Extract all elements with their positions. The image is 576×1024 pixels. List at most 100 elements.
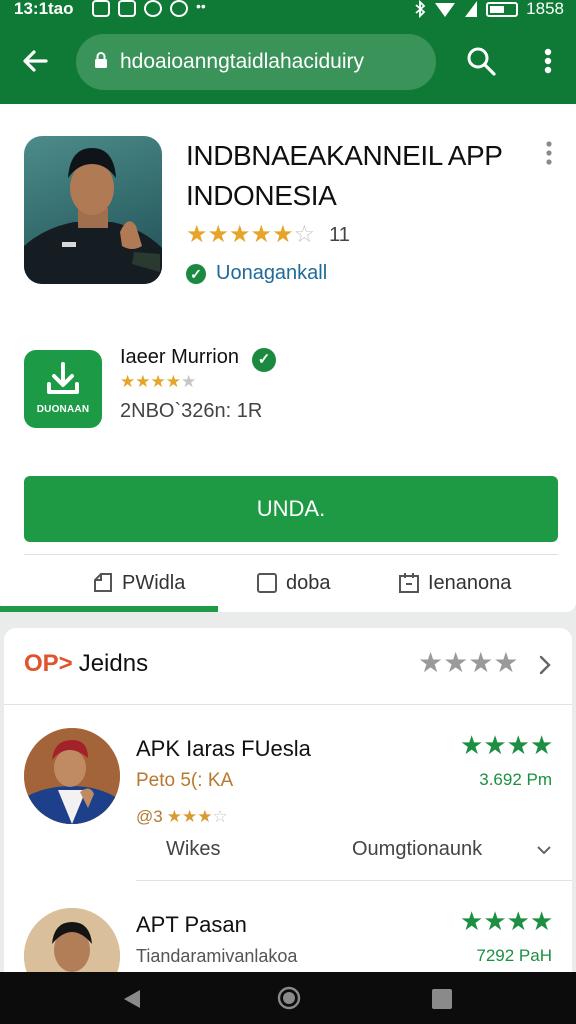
star-outline-icon: ☆: [212, 807, 228, 826]
edit-icon: [94, 573, 112, 592]
star-icon: ★: [418, 647, 444, 678]
star-icon: ★: [181, 807, 198, 826]
verified-row[interactable]: ✓ Uonagankall: [186, 262, 327, 285]
battery-level: 1858: [526, 0, 564, 18]
review-date: 7292 PaH: [476, 946, 552, 965]
star-icon: ★: [493, 647, 519, 678]
more-dots-icon: ••: [196, 0, 206, 14]
app-rating: ★ ★ ★ ★ ★ ☆ 11: [186, 222, 350, 248]
review-stars: ★ ★ ★ ★: [460, 732, 553, 758]
tab-data[interactable]: doba: [256, 568, 331, 598]
download-icon: [47, 362, 79, 394]
status-time: 13:1tao: [14, 0, 74, 18]
star-icon: ★: [506, 906, 530, 936]
chevron-right-icon[interactable]: [538, 654, 552, 676]
signal-icon: [465, 1, 478, 17]
star-icon: ★: [165, 372, 181, 391]
review-subtitle: Tiandaramivanlakoa: [136, 946, 298, 966]
developer-meta: 2NBO`326n: 1R: [120, 400, 263, 422]
star-icon: ★: [120, 372, 136, 391]
active-tab-indicator: [0, 606, 218, 612]
rating-count: 11: [329, 223, 350, 246]
avatar[interactable]: [24, 908, 120, 972]
star-outline-icon: ☆: [293, 221, 316, 248]
review-name: APK Iaras FUesla: [136, 736, 311, 761]
avatar[interactable]: [24, 728, 120, 824]
url-bar[interactable]: hdoaioanngtaidlahaciduiry: [76, 34, 436, 90]
developer-verified-icon: ✓: [252, 348, 276, 372]
overflow-menu-icon[interactable]: [538, 44, 558, 78]
calendar-icon: [399, 573, 419, 593]
star-icon: ★: [468, 647, 494, 678]
reviews-card: OP> Jeidns ★ ★ ★ ★ APK Iaras FUesla Peto …: [4, 628, 572, 972]
review-mini-rating: @3 ★ ★ ★ ☆: [136, 804, 228, 830]
notification-icon: [92, 0, 110, 17]
divider: [136, 880, 572, 881]
star-icon: ★: [460, 906, 484, 936]
image-icon: [118, 0, 136, 17]
nav-home-icon[interactable]: [277, 986, 301, 1010]
star-icon: ★: [166, 807, 182, 826]
review-subtitle: Peto 5(: KA: [136, 770, 234, 791]
search-icon[interactable]: [464, 44, 498, 78]
reviews-prefix: OP>: [24, 650, 73, 677]
square-icon: [257, 573, 277, 593]
star-icon: ★: [197, 807, 213, 826]
divider: [4, 704, 572, 705]
star-icon: ★: [186, 221, 208, 248]
star-icon: ★: [529, 906, 554, 936]
tab-label: PWidla: [122, 571, 186, 594]
tab-label: doba: [286, 571, 331, 594]
battery-icon: [486, 1, 519, 17]
developer-icon[interactable]: DUONAAN: [24, 350, 102, 428]
lock-icon: [95, 52, 107, 68]
developer-icon-label: DUONAAN: [36, 404, 90, 415]
tab-label: Ienanona: [428, 571, 512, 594]
system-nav-bar: [0, 972, 576, 1024]
review-stars: ★ ★ ★ ★: [460, 908, 553, 934]
divider: [24, 554, 558, 555]
status-right: 1858: [414, 0, 564, 19]
developer-rating: ★ ★ ★ ★ ★: [120, 372, 196, 392]
review-date: 3.692 Pm: [479, 770, 552, 789]
star-icon: ★: [272, 221, 294, 248]
status-icons: ••: [92, 0, 210, 17]
reviews-title[interactable]: OP> Jeidns: [24, 650, 148, 678]
review-name: APT Pasan: [136, 912, 247, 937]
star-icon: ★: [150, 372, 166, 391]
star-icon: ★: [506, 730, 530, 760]
back-arrow-icon[interactable]: [18, 44, 52, 78]
nav-recents-icon[interactable]: [432, 989, 452, 1009]
shield-icon: [170, 0, 188, 17]
tab-schedule[interactable]: Ienanona: [398, 568, 511, 598]
app-options-icon[interactable]: [544, 140, 554, 166]
star-icon: ★: [250, 221, 273, 248]
url-text: hdoaioanngtaidlahaciduiry: [120, 50, 365, 73]
bluetooth-icon: [415, 0, 426, 18]
reviews-title-text: Jeidns: [78, 650, 149, 677]
nav-back-icon[interactable]: [122, 988, 142, 1010]
review-like[interactable]: Wikes: [166, 838, 220, 861]
tab-details[interactable]: PWidla: [92, 568, 185, 598]
app-icon-person-image: [24, 148, 162, 284]
wifi-icon: [435, 3, 456, 17]
star-icon: ★: [483, 906, 507, 936]
star-icon: ★: [483, 730, 507, 760]
chevron-down-icon[interactable]: [536, 844, 552, 856]
status-bar: 13:1tao •• 1858: [0, 0, 576, 20]
star-icon: ★: [460, 730, 484, 760]
star-icon: ★: [529, 730, 554, 760]
avatar-image: [24, 728, 120, 824]
app-icon[interactable]: [24, 136, 162, 284]
avatar-image: [24, 908, 120, 972]
sync-icon: [144, 0, 162, 17]
install-button[interactable]: UNDA.: [24, 476, 558, 542]
app-title-line1: INDBNAEAKANNEIL APP: [186, 140, 503, 171]
developer-name[interactable]: Iaeer Murrion: [120, 346, 239, 369]
star-icon: ★: [443, 647, 469, 678]
review-mini-label: @3: [136, 807, 163, 826]
app-title-line2: INDONESIA: [186, 180, 337, 211]
review-reply[interactable]: Oumgtionaunk: [352, 838, 482, 861]
verified-label: Uonagankall: [216, 262, 328, 284]
star-icon: ★: [229, 221, 251, 248]
